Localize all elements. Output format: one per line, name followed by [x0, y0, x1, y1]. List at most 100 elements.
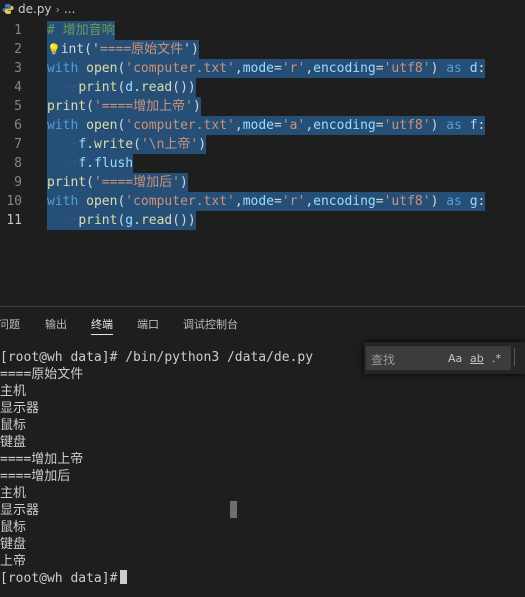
terminal-line: ====增加上帝 [0, 451, 83, 468]
code-token: ') [183, 42, 199, 57]
code-token: 'utf8' [383, 118, 431, 133]
tab-ports[interactable]: 端口 [137, 316, 159, 334]
find-widget: 查找 Aa ab .* [364, 342, 525, 374]
code-token: ) [430, 61, 447, 76]
terminal-line: 鼠标 [0, 417, 26, 434]
code-text[interactable]: with open('computer.txt',mode='r',encodi… [47, 59, 486, 78]
lightbulb-icon[interactable]: 💡 [47, 43, 61, 56]
code-text[interactable]: ····f.write('\n上帝') [47, 135, 207, 154]
terminal-text: 显示器 [0, 503, 40, 518]
terminal-line: 上帝 [0, 553, 26, 570]
code-line[interactable]: 2 💡int('====原始文件') [0, 40, 525, 59]
breadcrumb-separator: › [55, 2, 60, 16]
code-token: = [375, 61, 384, 76]
terminal-line: [root@wh data]# [0, 570, 128, 587]
code-token: 'computer.txt' [125, 194, 235, 209]
code-token: as [446, 61, 470, 76]
code-text[interactable]: with open('computer.txt',mode='a',encodi… [47, 116, 486, 135]
terminal-line: [root@wh data]# /bin/python3 /data/de.py [0, 349, 313, 366]
code-line[interactable]: 10 with open('computer.txt',mode='r',enco… [0, 192, 525, 211]
code-token: print [47, 99, 87, 114]
breadcrumb-file[interactable]: de.py [18, 2, 52, 16]
code-token: 'r' [281, 61, 306, 76]
code-token: open [86, 118, 118, 133]
tab-debug-console[interactable]: 调试控制台 [183, 316, 238, 334]
code-token: ()) [172, 213, 196, 228]
terminal-cursor [120, 570, 128, 584]
terminal-text: ====原始文件 [0, 367, 84, 382]
code-token: mode [242, 118, 274, 133]
find-placeholder: 查找 [371, 353, 396, 367]
match-case-toggle[interactable]: Aa [448, 352, 462, 365]
code-line[interactable]: 3 with open('computer.txt',mode='r',encod… [0, 59, 525, 78]
code-token: = [274, 194, 282, 209]
code-line[interactable]: 11 ····print(g.read()) [0, 211, 525, 230]
code-token: = [274, 61, 282, 76]
tab-terminal[interactable]: 终端 [91, 316, 113, 335]
code-text[interactable]: ····print(d.read()) [47, 78, 196, 97]
tab-output[interactable]: 输出 [45, 316, 67, 334]
code-token: encoding [313, 118, 376, 133]
code-text[interactable]: with open('computer.txt',mode='r',encodi… [47, 192, 486, 211]
code-token: ···· [47, 156, 79, 171]
line-number: 7 [14, 137, 22, 152]
code-line[interactable]: 9 print('====增加后') [0, 173, 525, 192]
code-token: g [469, 194, 478, 209]
code-token: : [477, 194, 486, 209]
terminal-text: ====增加上帝 [0, 452, 84, 467]
code-line[interactable]: 8 ····f.flush [0, 154, 525, 173]
code-text[interactable]: ····print(g.read()) [47, 211, 196, 230]
code-token: f [78, 137, 87, 152]
code-token: encoding [313, 61, 376, 76]
code-line[interactable]: 6 with open('computer.txt',mode='a',encod… [0, 116, 525, 135]
whole-word-toggle[interactable]: ab [470, 352, 484, 365]
terminal-line: 显示器 [0, 502, 39, 519]
terminal-text: 主机 [0, 384, 27, 399]
code-text[interactable]: print('====增加上帝') [47, 97, 201, 116]
terminal-text: [root@wh data]# [0, 571, 118, 586]
code-token: f [78, 156, 87, 171]
line-number: 9 [14, 175, 22, 190]
code-editor[interactable]: 1 # 增加音响 2 💡int('====原始文件') 3 with open('comp… [0, 18, 525, 306]
code-token: ( [133, 137, 141, 152]
code-line[interactable]: 7 ····f.write('\n上帝') [0, 135, 525, 154]
breadcrumb-more[interactable]: ... [64, 2, 75, 16]
line-number: 4 [14, 80, 22, 95]
code-token: ···· [47, 80, 79, 95]
code-token: read [140, 213, 173, 228]
regex-toggle[interactable]: .* [492, 352, 501, 365]
code-line[interactable]: 1 # 增加音响 [0, 21, 525, 40]
code-token: , [234, 61, 243, 76]
line-number: 10 [6, 194, 22, 209]
code-text[interactable]: print('====增加后') [47, 173, 188, 192]
code-token: d [125, 80, 134, 95]
code-token: '====增加上帝' [93, 99, 193, 114]
code-token: . [133, 213, 141, 228]
code-line[interactable]: 4 ····print(d.read()) [0, 78, 525, 97]
code-token: open [86, 61, 118, 76]
code-token: ) [430, 118, 447, 133]
find-input[interactable]: 查找 Aa ab .* [366, 346, 511, 370]
code-token: 'utf8' [383, 61, 431, 76]
breadcrumb: de.py › ... [0, 0, 525, 18]
code-token: encoding [313, 194, 376, 209]
code-token: int(' [60, 42, 100, 57]
code-line[interactable]: 5 print('====增加上帝') [0, 97, 525, 116]
code-token: with [47, 118, 87, 133]
terminal-text: 上帝 [0, 554, 27, 569]
code-token: . [86, 137, 94, 152]
terminal-line: 主机 [0, 485, 26, 502]
code-token: : [477, 61, 486, 76]
code-token: as [446, 194, 470, 209]
terminal-line: ====原始文件 [0, 366, 83, 383]
terminal-text: ====增加后 [0, 469, 71, 484]
code-token: , [234, 118, 243, 133]
code-text[interactable]: # 增加音响 [47, 21, 115, 40]
code-text[interactable]: 💡int('====原始文件') [47, 40, 199, 59]
line-number: 6 [14, 118, 22, 133]
code-token: 'utf8' [383, 194, 431, 209]
terminal-line: 主机 [0, 383, 26, 400]
tab-problems[interactable]: 问题 [0, 316, 20, 334]
code-token: print [47, 175, 87, 190]
code-text[interactable]: ····f.flush [47, 154, 134, 173]
